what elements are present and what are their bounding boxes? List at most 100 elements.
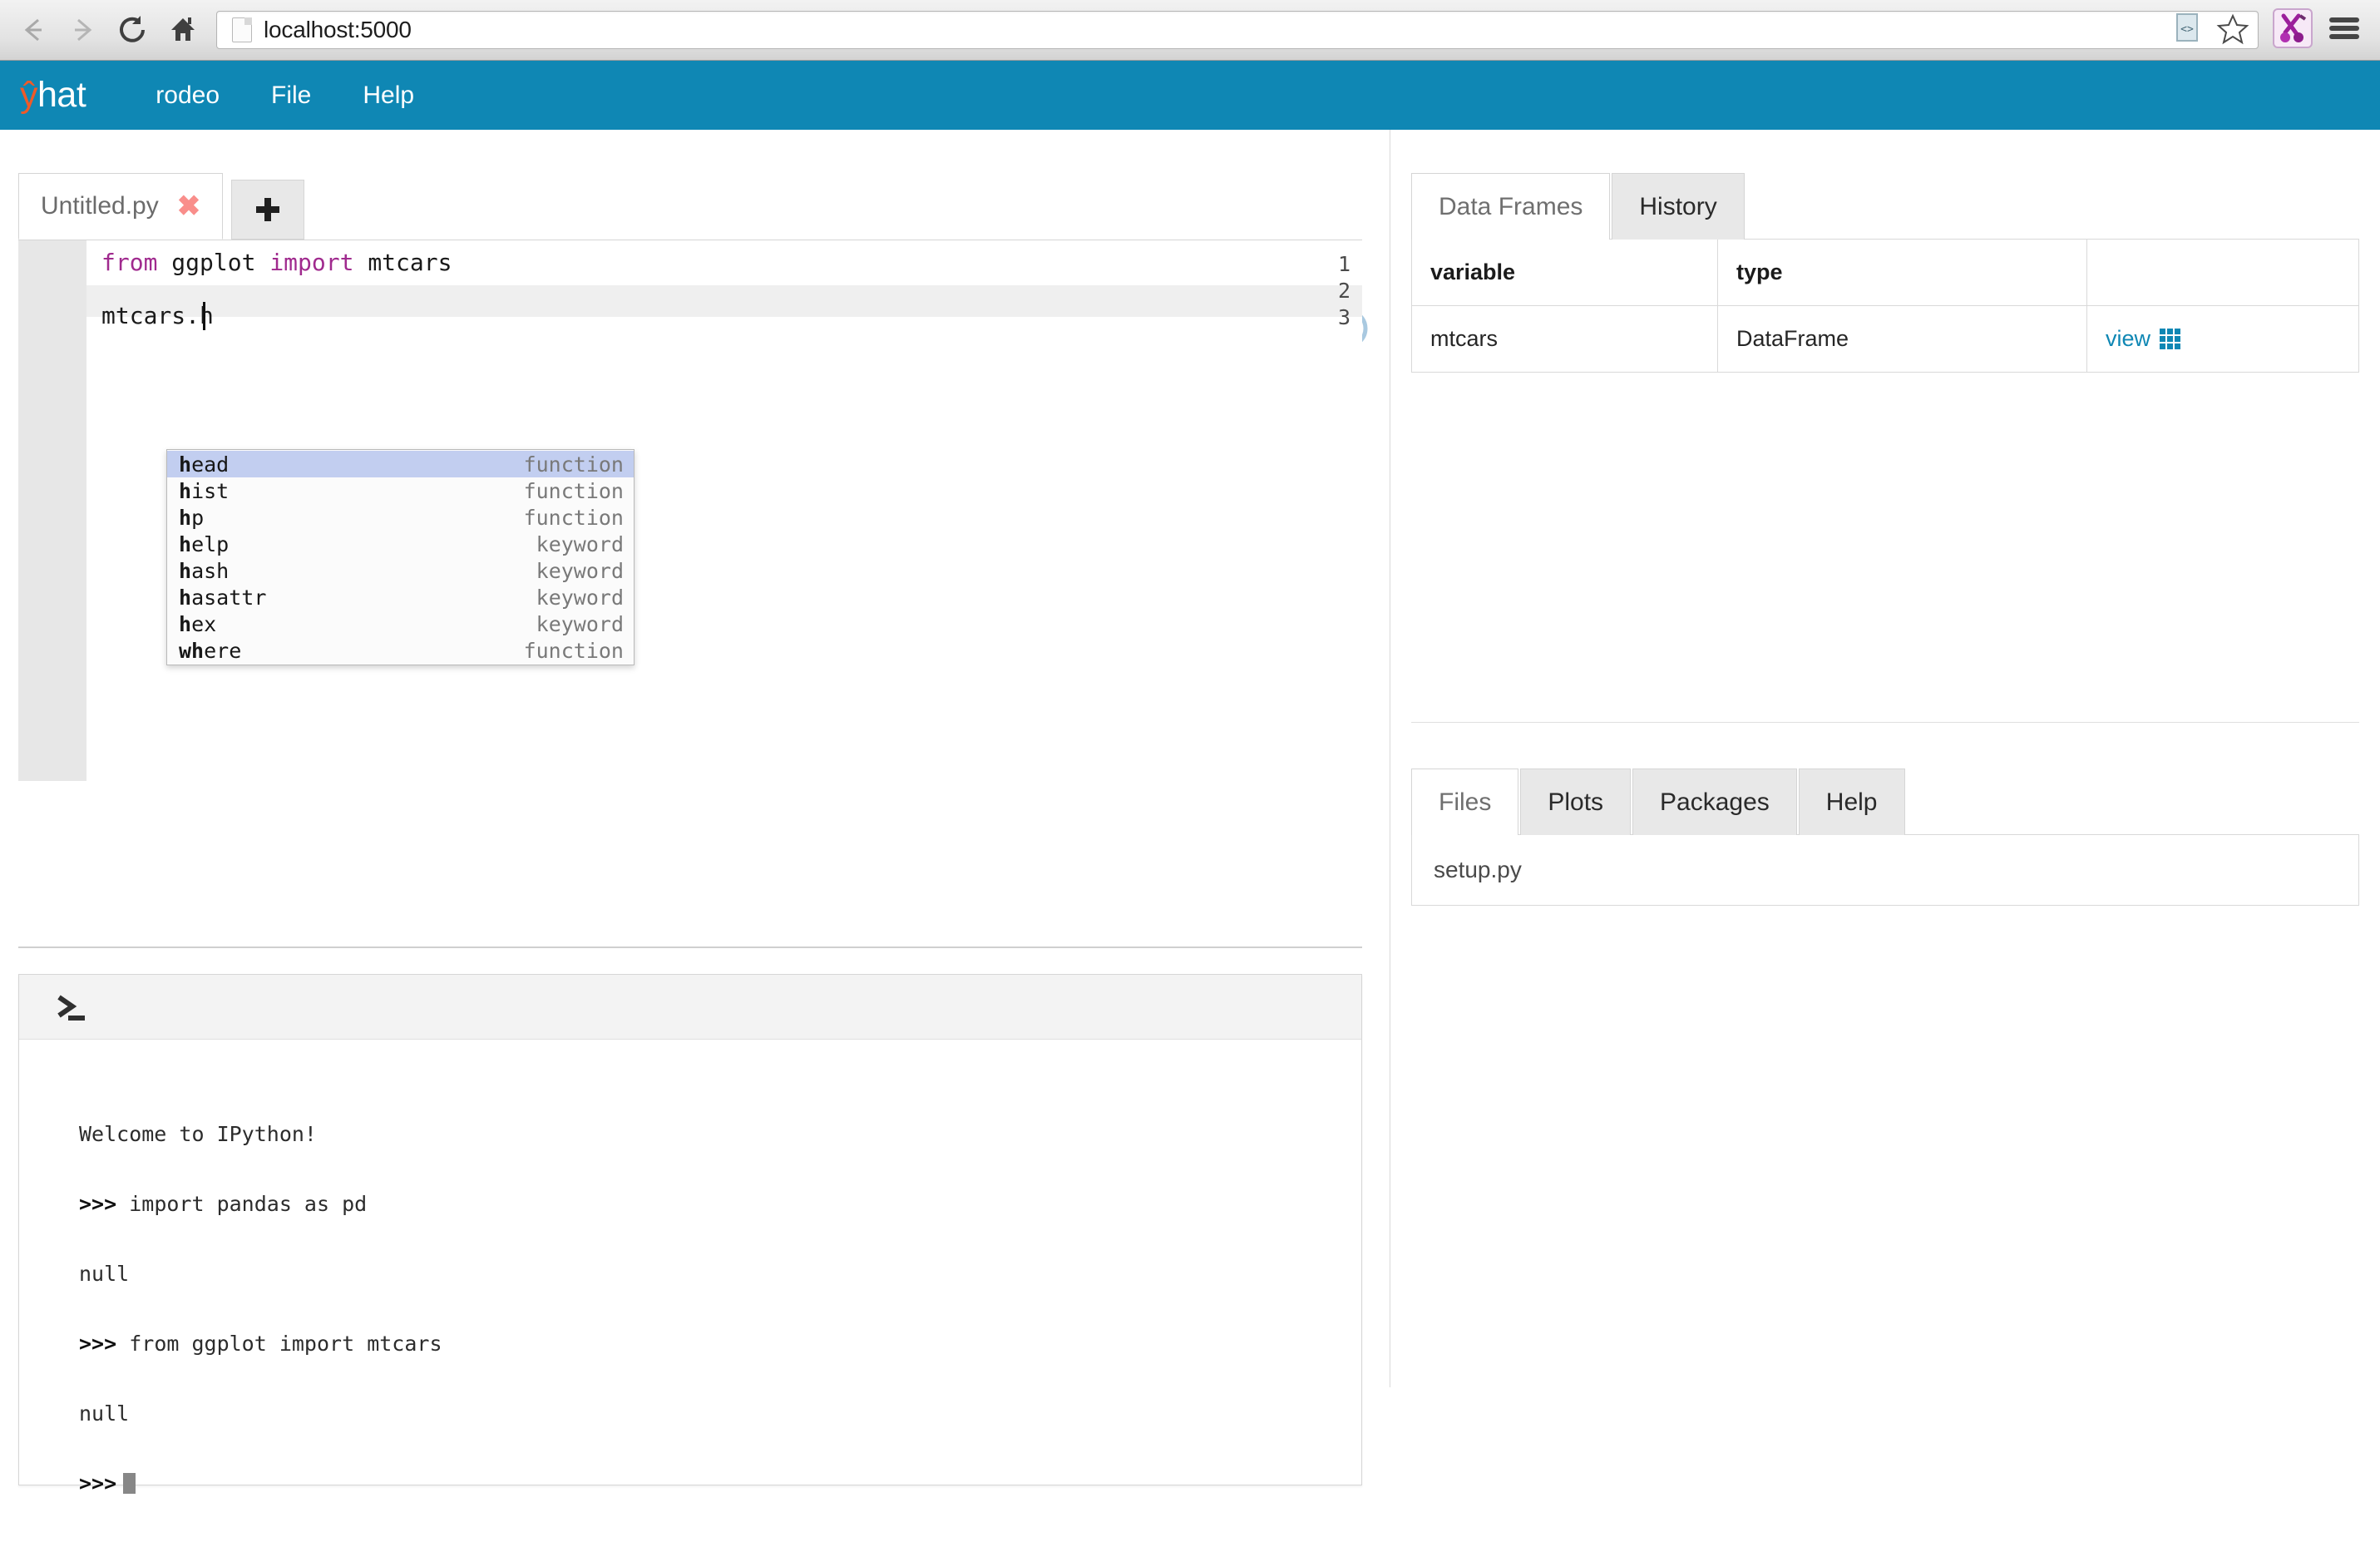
plus-icon [253,195,283,225]
hamburger-menu-icon[interactable] [2325,12,2363,49]
terminal-prompt-icon [54,991,92,1024]
editor-console-divider[interactable] [18,946,1362,948]
page-icon [232,17,252,42]
autocomplete-item-name: hex [179,612,536,636]
svg-text:<>: <> [2180,23,2194,36]
line-number: 2 [1301,279,1350,303]
editor-tab-untitled[interactable]: Untitled.py ✖ [18,173,223,240]
yhat-logo[interactable]: ŷhat [20,75,86,116]
autocomplete-item-kind: keyword [536,586,624,610]
column-header-actions [2087,240,2359,306]
autocomplete-item-kind: function [524,452,624,477]
nav-item-rodeo[interactable]: rodeo [156,82,220,110]
autocomplete-item[interactable]: head function [167,451,634,477]
back-arrow-icon[interactable] [12,8,55,52]
close-icon[interactable]: ✖ [177,192,201,220]
console-line: >>> import pandas as pd [79,1193,1361,1216]
editor-tab-bar: Untitled.py ✖ [18,173,304,240]
active-line-highlight [86,285,1362,317]
autocomplete-item-kind: keyword [536,532,624,556]
autocomplete-item-name: hasattr [179,586,536,610]
autocomplete-item[interactable]: hash keyword [167,557,634,584]
nav-item-file[interactable]: File [271,82,311,110]
files-tabstrip: Files Plots Packages Help [1411,769,2359,835]
autocomplete-item-name: head [179,452,524,477]
star-icon[interactable] [2216,12,2249,49]
ident-mtcars: mtcars [368,249,452,276]
files-list: setup.py [1411,834,2359,906]
cell-action[interactable]: view [2087,306,2359,373]
tab-packages[interactable]: Packages [1632,769,1797,835]
autocomplete-item[interactable]: hasattr keyword [167,584,634,610]
tab-files[interactable]: Files [1411,769,1518,835]
address-bar[interactable]: localhost:5000 <> [216,11,2259,49]
panel-separator [1411,722,2359,723]
browser-chrome-right [2272,7,2380,53]
autocomplete-item[interactable]: where function [167,637,634,664]
tab-help[interactable]: Help [1799,769,1905,835]
console-line: null [79,1263,1361,1286]
code-line-1: from ggplot import mtcars [101,249,452,276]
autocomplete-item-name: where [179,639,524,663]
autocomplete-popup[interactable]: head function hist function hp function … [166,449,635,665]
tab-history[interactable]: History [1612,173,1744,240]
tab-plots[interactable]: Plots [1520,769,1631,835]
view-dataframe-link[interactable]: view [2106,326,2182,352]
view-source-icon[interactable]: <> [2175,12,2203,49]
text-cursor [203,302,205,330]
editor-gutter [18,240,86,781]
code-line-3: mtcars.h [101,302,214,329]
console-caret [123,1473,136,1494]
kw-from: from [101,249,171,276]
browser-toolbar: localhost:5000 <> [0,0,2380,61]
data-frames-table: variable type mtcars DataFrame view [1411,239,2359,373]
console-input-line[interactable]: >>> [79,1472,1361,1495]
line-number: 1 [1301,252,1350,276]
logo-y: ŷ [20,75,37,116]
right-pane: Data Frames History variable type mtcars… [1391,130,2380,1387]
tab-data-frames[interactable]: Data Frames [1411,173,1610,240]
left-pane: Untitled.py ✖ 1 2 3 from ggplot import m… [0,130,1390,1387]
extension-icon[interactable] [2272,7,2313,53]
app-navbar: ŷhat rodeo File Help [0,61,2380,130]
kw-import: import [269,249,368,276]
view-link-label: view [2106,326,2150,352]
list-item[interactable]: setup.py [1412,835,2358,905]
autocomplete-item-name: hash [179,559,536,583]
console-output: Welcome to IPython! >>> import pandas as… [19,1040,1361,1542]
autocomplete-item-kind: function [524,479,624,503]
console-line: null [79,1402,1361,1426]
url-text: localhost:5000 [264,17,412,43]
autocomplete-item-kind: keyword [536,559,624,583]
column-header-variable: variable [1412,240,1718,306]
grid-icon [2159,328,2182,351]
column-header-type: type [1718,240,2087,306]
autocomplete-item[interactable]: help keyword [167,531,634,557]
editor-tab-label: Untitled.py [41,192,159,220]
forward-arrow-icon[interactable] [62,8,105,52]
logo-hat: hat [37,75,86,116]
autocomplete-item[interactable]: hp function [167,504,634,531]
code-line-3-text: mtcars.h [101,302,214,329]
reload-icon[interactable] [111,8,155,52]
home-icon[interactable] [161,8,205,52]
new-tab-button[interactable] [231,180,304,240]
autocomplete-item-kind: function [524,639,624,663]
data-frames-panel: Data Frames History variable type mtcars… [1411,173,2359,373]
autocomplete-item[interactable]: hist function [167,477,634,504]
table-row[interactable]: mtcars DataFrame view [1412,306,2359,373]
console-panel[interactable]: Welcome to IPython! >>> import pandas as… [18,974,1362,1485]
cell-variable: mtcars [1412,306,1718,373]
console-line: Welcome to IPython! [79,1123,1361,1146]
autocomplete-item-name: hp [179,506,524,530]
ident-ggplot: ggplot [171,249,269,276]
data-frames-tabstrip: Data Frames History [1411,173,2359,240]
console-line: >>> from ggplot import mtcars [79,1332,1361,1356]
autocomplete-item[interactable]: hex keyword [167,610,634,637]
table-header-row: variable type [1412,240,2359,306]
line-number: 3 [1301,305,1350,329]
nav-item-help[interactable]: Help [363,82,414,110]
autocomplete-item-kind: keyword [536,612,624,636]
autocomplete-item-kind: function [524,506,624,530]
autocomplete-item-name: help [179,532,536,556]
